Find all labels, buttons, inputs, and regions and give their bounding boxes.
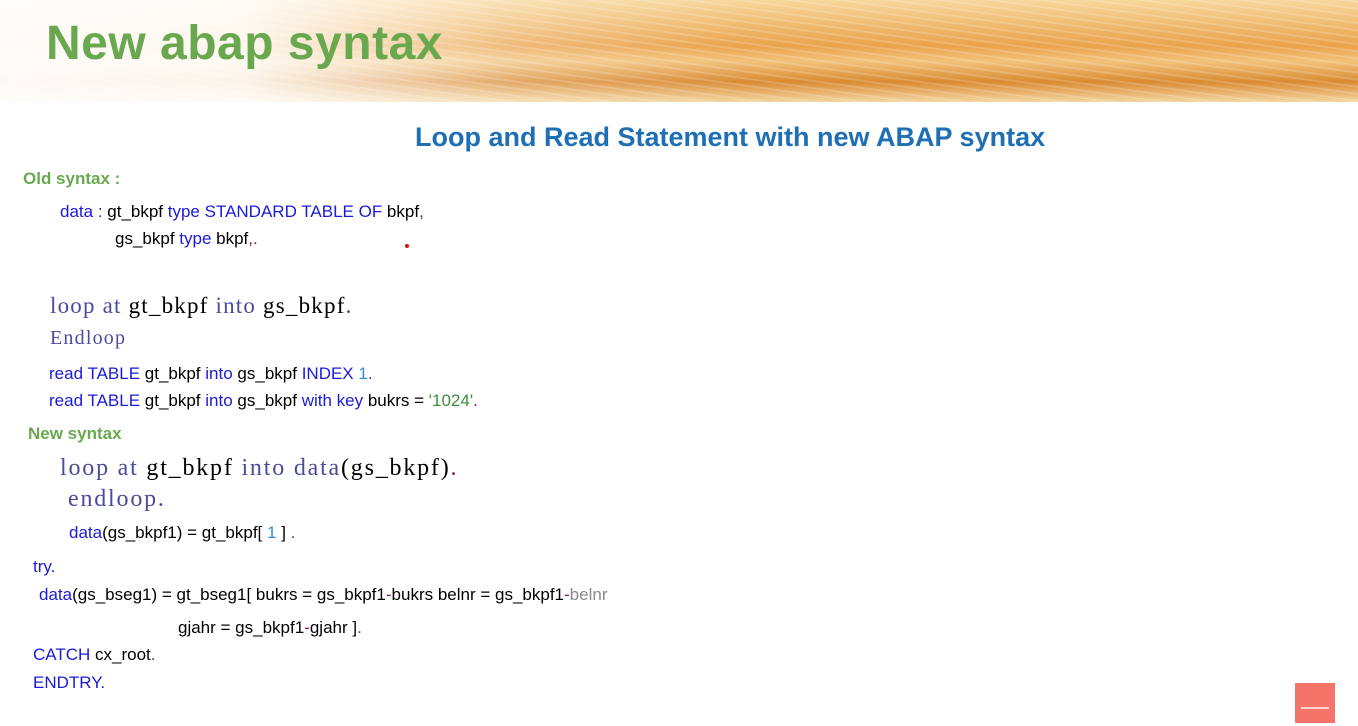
number-literal: 1 xyxy=(353,364,368,383)
keyword: data xyxy=(39,585,73,604)
code-bseg-expression-1: data(gs_bseg1) = gt_bseg1[ bukrs = gs_bk… xyxy=(39,585,607,605)
laser-pointer-dot xyxy=(405,244,409,248)
slide-title: New abap syntax xyxy=(46,17,443,70)
variable: gt_bkpf xyxy=(138,455,242,481)
corner-nav-button[interactable] xyxy=(1295,683,1335,723)
punctuation: . xyxy=(345,293,353,318)
variable: gt_bkpf xyxy=(107,202,164,221)
variable: (gs_bkpf) xyxy=(341,455,451,481)
keyword: data xyxy=(60,202,94,221)
punctuation: ,. xyxy=(248,229,258,248)
variable: (gs_bseg1) = gt_bseg1[ bukrs = gs_bkpf1 xyxy=(72,585,386,604)
slide-subtitle: Loop and Read Statement with new ABAP sy… xyxy=(415,122,1046,152)
variable: ] xyxy=(276,523,291,542)
variable: cx_root xyxy=(90,645,151,664)
variable: gs_bkpf xyxy=(256,293,346,318)
code-try: try. xyxy=(33,557,56,576)
variable: gs_bkpf xyxy=(232,364,302,383)
punctuation: . xyxy=(150,645,156,664)
code-new-loop: loop at gt_bkpf into data(gs_bkpf). xyxy=(60,455,458,482)
code-new-table-expression: data(gs_bkpf1) = gt_bkpf[ 1 ] . xyxy=(69,523,295,543)
code-data-declaration-1: data : gt_bkpf type STANDARD TABLE OF bk… xyxy=(60,202,424,222)
punctuation: . xyxy=(357,618,362,637)
code-read-index: read TABLE gt_bkpf into gs_bkpf INDEX 1. xyxy=(49,364,373,384)
field-name: belnr xyxy=(569,585,608,604)
keyword: read TABLE xyxy=(49,391,141,410)
keyword: into xyxy=(215,293,257,318)
keyword: INDEX xyxy=(301,364,354,383)
keyword: loop at xyxy=(50,293,122,318)
variable: bukrs belnr = gs_bkpf1 xyxy=(391,585,564,604)
variable: gs_bkpf xyxy=(232,391,302,410)
variable: gt_bkpf xyxy=(121,293,216,318)
keyword: read TABLE xyxy=(49,364,141,383)
variable: gs_bkpf xyxy=(115,229,175,248)
keyword: type STANDARD TABLE OF xyxy=(163,202,387,221)
variable: gt_bkpf xyxy=(140,391,206,410)
separator: : xyxy=(93,202,108,221)
keyword: data xyxy=(69,523,103,542)
variable: gjahr = gs_bkpf1 xyxy=(178,618,305,637)
code-data-declaration-2: gs_bkpf type bkpf,. xyxy=(115,229,258,249)
punctuation: . xyxy=(367,364,373,383)
punctuation: . xyxy=(290,523,296,542)
keyword: with key xyxy=(301,391,364,410)
title-banner: New abap syntax xyxy=(0,0,1358,102)
code-old-endloop: Endloop xyxy=(50,327,127,349)
punctuation: . xyxy=(473,391,478,410)
variable: gt_bkpf xyxy=(140,364,206,383)
type-name: bkpf xyxy=(386,202,420,221)
punctuation: . xyxy=(450,455,459,481)
keyword: into xyxy=(205,391,233,410)
variable: (gs_bkpf1) = gt_bkpf[ xyxy=(102,523,267,542)
code-endtry: ENDTRY. xyxy=(33,673,106,692)
code-new-endloop: endloop. xyxy=(68,486,166,512)
string-literal: '1024' xyxy=(428,391,474,410)
type-name: bkpf xyxy=(216,229,249,248)
punctuation: , xyxy=(419,202,424,221)
keyword: CATCH xyxy=(33,645,91,664)
keyword: loop at xyxy=(60,455,139,481)
code-bseg-expression-2: gjahr = gs_bkpf1-gjahr ]. xyxy=(178,618,362,638)
code-catch: CATCH cx_root. xyxy=(33,645,156,665)
code-old-loop: loop at gt_bkpf into gs_bkpf. xyxy=(50,293,353,319)
new-syntax-label: New syntax xyxy=(28,424,122,443)
keyword: into xyxy=(205,364,233,383)
keyword: type xyxy=(174,229,217,248)
keyword: into xyxy=(241,455,287,481)
variable: gjahr ] xyxy=(309,618,358,637)
code-read-with-key: read TABLE gt_bkpf into gs_bkpf with key… xyxy=(49,391,478,411)
variable: bukrs = xyxy=(363,391,429,410)
keyword: data xyxy=(286,455,341,481)
old-syntax-label: Old syntax : xyxy=(23,169,121,188)
